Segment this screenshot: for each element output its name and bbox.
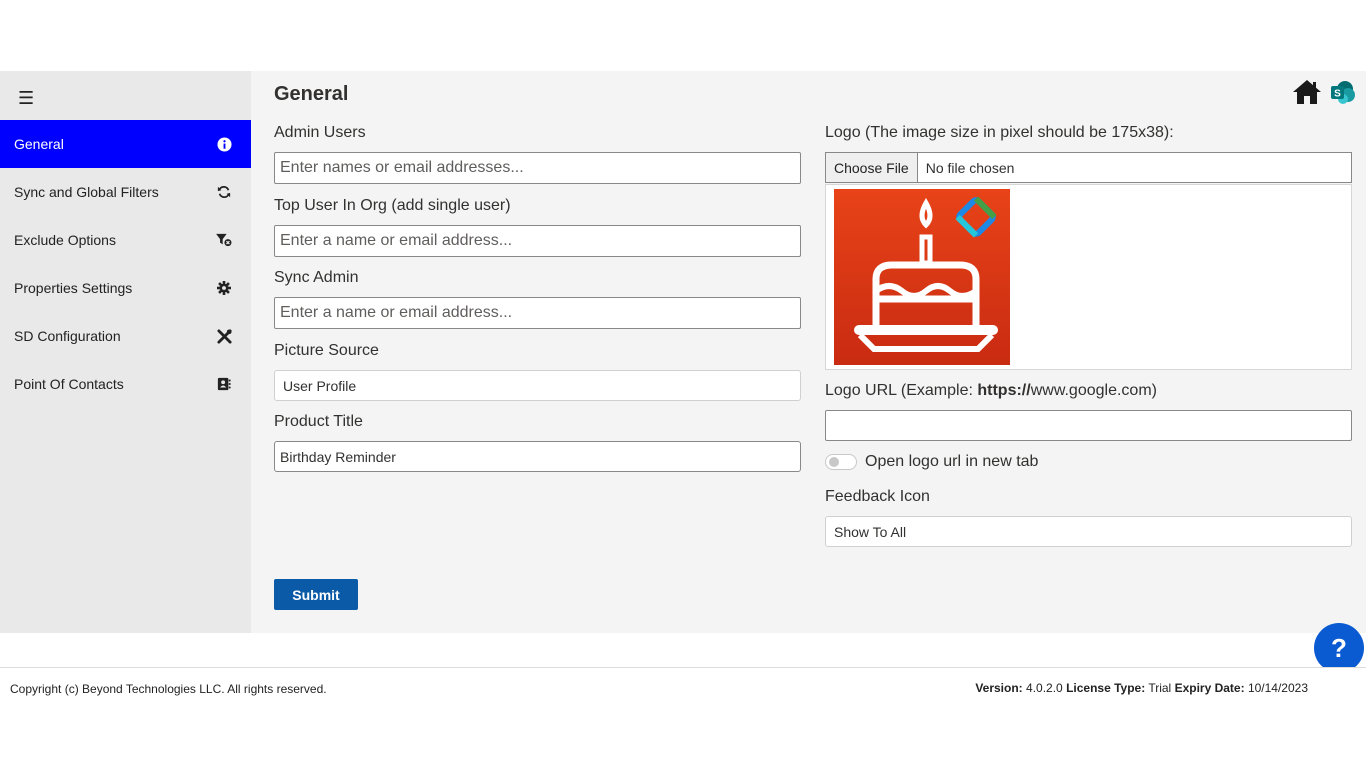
- sidebar-item-point-of-contacts[interactable]: Point Of Contacts: [0, 360, 251, 408]
- license-value: Trial: [1148, 681, 1172, 695]
- contact-card-icon: [216, 376, 232, 392]
- sidebar-item-label: SD Configuration: [14, 328, 121, 344]
- sidebar-item-label: Sync and Global Filters: [14, 184, 159, 200]
- picture-source-value: User Profile: [283, 377, 357, 394]
- sharepoint-letter: S: [1334, 89, 1341, 100]
- product-title-input[interactable]: Birthday Reminder: [274, 441, 801, 472]
- open-new-tab-toggle[interactable]: [825, 454, 857, 470]
- feedback-icon-value: Show To All: [834, 523, 907, 540]
- info-icon: [216, 136, 232, 152]
- logo-label: Logo (The image size in pixel should be …: [825, 124, 1174, 141]
- logo-url-label-suffix: www.google.com): [1030, 382, 1157, 399]
- version-value: 4.0.2.0: [1026, 681, 1063, 695]
- admin-users-label: Admin Users: [274, 124, 366, 141]
- help-icon: ?: [1331, 632, 1347, 663]
- logo-url-input[interactable]: [825, 410, 1352, 441]
- sidebar-nav: General Sync and Global Filters Exclude …: [0, 120, 251, 408]
- help-button[interactable]: ?: [1314, 623, 1364, 673]
- hamburger-menu-icon[interactable]: ☰: [18, 88, 34, 109]
- birthday-cake-icon: [834, 189, 1010, 365]
- sidebar-item-label: Exclude Options: [14, 232, 116, 248]
- sidebar-item-exclude-options[interactable]: Exclude Options: [0, 216, 251, 264]
- logo-url-label-prefix: Logo URL (Example:: [825, 382, 978, 399]
- sidebar-item-sync-global-filters[interactable]: Sync and Global Filters: [0, 168, 251, 216]
- tools-icon: [216, 328, 232, 344]
- sharepoint-icon[interactable]: S: [1330, 79, 1356, 110]
- gear-icon: [216, 280, 232, 296]
- sidebar-item-sd-configuration[interactable]: SD Configuration: [0, 312, 251, 360]
- sidebar-item-label: Point Of Contacts: [14, 376, 124, 392]
- product-title-value: Birthday Reminder: [280, 448, 396, 465]
- picture-source-label: Picture Source: [274, 342, 379, 359]
- footer: Copyright (c) Beyond Technologies LLC. A…: [0, 667, 1366, 712]
- home-icon[interactable]: [1292, 79, 1322, 110]
- license-label: License Type:: [1066, 681, 1146, 695]
- sidebar-item-properties-settings[interactable]: Properties Settings: [0, 264, 251, 312]
- logo-preview: [825, 184, 1352, 370]
- sidebar-item-label: Properties Settings: [14, 280, 133, 296]
- version-label: Version:: [975, 681, 1023, 695]
- expiry-label: Expiry Date:: [1174, 681, 1245, 695]
- product-title-label: Product Title: [274, 413, 363, 430]
- sync-admin-label: Sync Admin: [274, 269, 359, 286]
- sidebar: ☰ General Sync and Global Filters Exclud…: [0, 71, 251, 633]
- filter-clear-icon: [216, 232, 232, 248]
- expiry-value: 10/14/2023: [1247, 681, 1308, 695]
- top-user-label: Top User In Org (add single user): [274, 197, 511, 214]
- submit-button[interactable]: Submit: [274, 579, 358, 610]
- picture-source-dropdown[interactable]: User Profile: [274, 370, 801, 401]
- header-icons: S: [1292, 79, 1356, 110]
- choose-file-button[interactable]: Choose File: [826, 153, 918, 182]
- sync-admin-input[interactable]: [274, 297, 801, 329]
- logo-url-label-bold: https://: [977, 382, 1031, 399]
- top-user-input[interactable]: [274, 225, 801, 257]
- feedback-icon-dropdown[interactable]: Show To All: [825, 516, 1352, 547]
- copyright-text: Copyright (c) Beyond Technologies LLC. A…: [10, 682, 327, 696]
- sidebar-item-label: General: [14, 136, 64, 152]
- logo-file-input[interactable]: Choose File No file chosen: [825, 152, 1352, 183]
- main-content: General S Admin Users Top User In Org (a…: [251, 71, 1366, 633]
- sidebar-item-general[interactable]: General: [0, 120, 251, 168]
- refresh-icon: [216, 184, 232, 200]
- admin-users-input[interactable]: [274, 152, 801, 184]
- version-info: Version: 4.0.2.0 License Type: Trial Exp…: [975, 681, 1308, 695]
- feedback-icon-label: Feedback Icon: [825, 488, 930, 505]
- page-title: General: [274, 83, 349, 105]
- app-shell: ☰ General Sync and Global Filters Exclud…: [0, 71, 1366, 633]
- logo-url-label: Logo URL (Example: https://www.google.co…: [825, 382, 1157, 400]
- no-file-text: No file chosen: [925, 159, 1015, 176]
- toggle-knob: [829, 457, 839, 467]
- open-new-tab-label: Open logo url in new tab: [865, 453, 1039, 470]
